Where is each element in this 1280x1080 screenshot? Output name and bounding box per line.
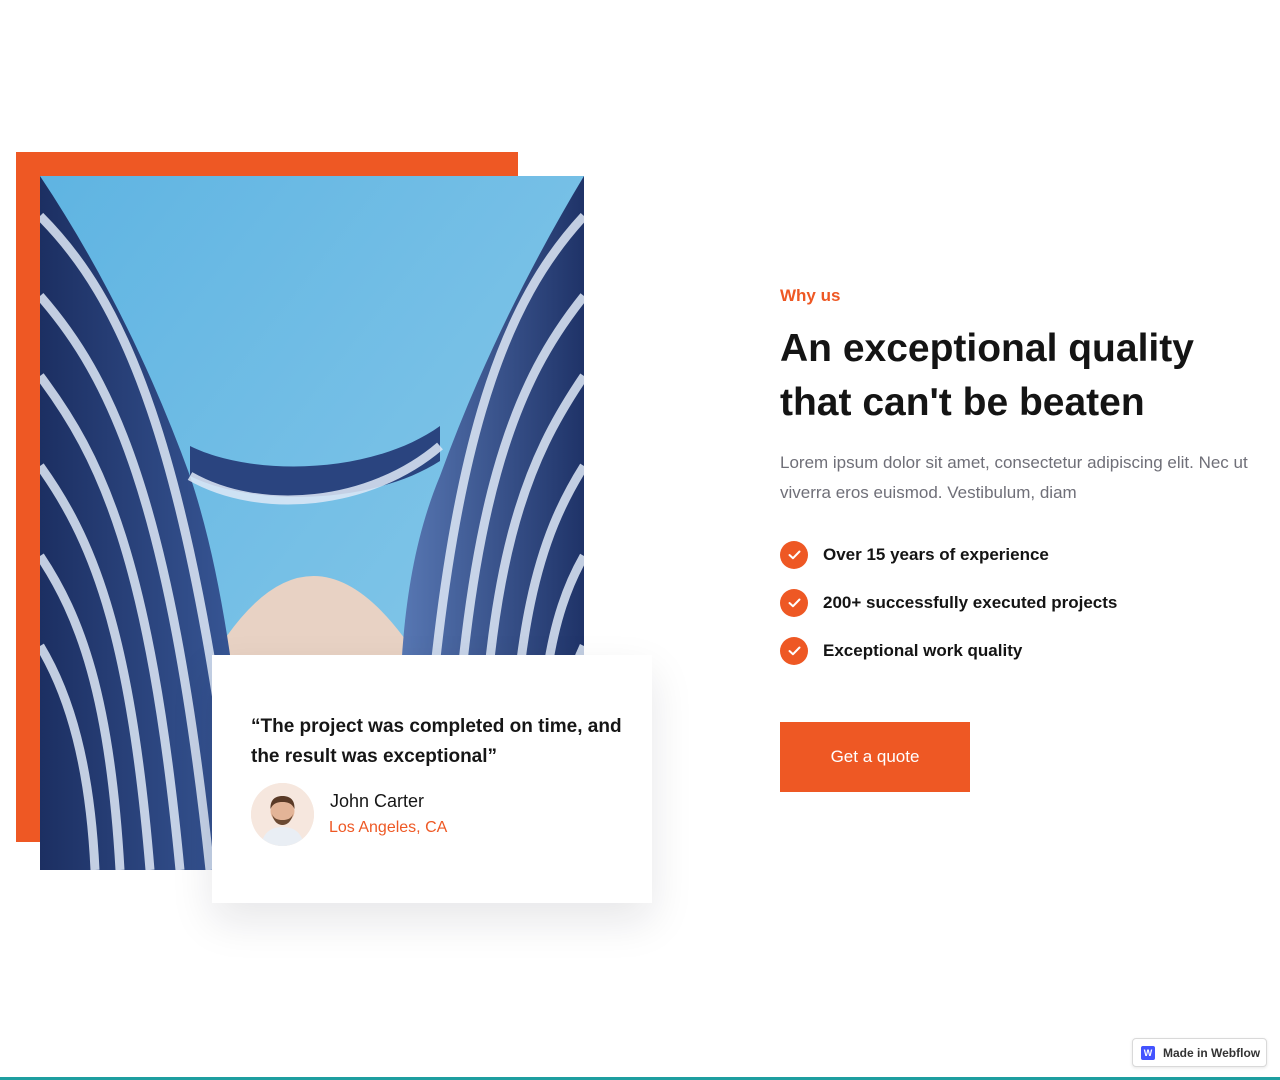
- made-in-webflow-badge[interactable]: W Made in Webflow: [1132, 1038, 1267, 1067]
- feature-label: Over 15 years of experience: [823, 545, 1049, 564]
- check-icon: [780, 589, 808, 617]
- feature-label: Exceptional work quality: [823, 641, 1023, 660]
- testimonial-author-name: John Carter: [330, 791, 425, 811]
- testimonial-card: “The project was completed on time, and …: [212, 655, 652, 903]
- section-paragraph: Lorem ipsum dolor sit amet, consectetur …: [780, 453, 1248, 502]
- feature-label: 200+ successfully executed projects: [823, 593, 1118, 612]
- check-icon: [780, 637, 808, 665]
- testimonial-author-location: Los Angeles, CA: [329, 819, 448, 836]
- check-icon: [780, 541, 808, 569]
- webflow-logo-icon: W: [1141, 1045, 1155, 1060]
- section-eyebrow: Why us: [780, 286, 841, 305]
- testimonial-quote: “The project was completed on time, and …: [251, 716, 622, 767]
- avatar-graphic: [251, 783, 314, 846]
- badge-label: Made in Webflow: [1163, 1045, 1261, 1060]
- section-heading: An exceptional quality that can't be bea…: [780, 327, 1194, 424]
- feature-item: 200+ successfully executed projects: [780, 588, 1117, 618]
- person-avatar: [251, 783, 314, 846]
- feature-list: Over 15 years of experience 200+ success…: [780, 540, 1117, 684]
- feature-item: Exceptional work quality: [780, 636, 1117, 666]
- get-a-quote-button[interactable]: Get a quote: [780, 722, 970, 792]
- feature-item: Over 15 years of experience: [780, 540, 1117, 570]
